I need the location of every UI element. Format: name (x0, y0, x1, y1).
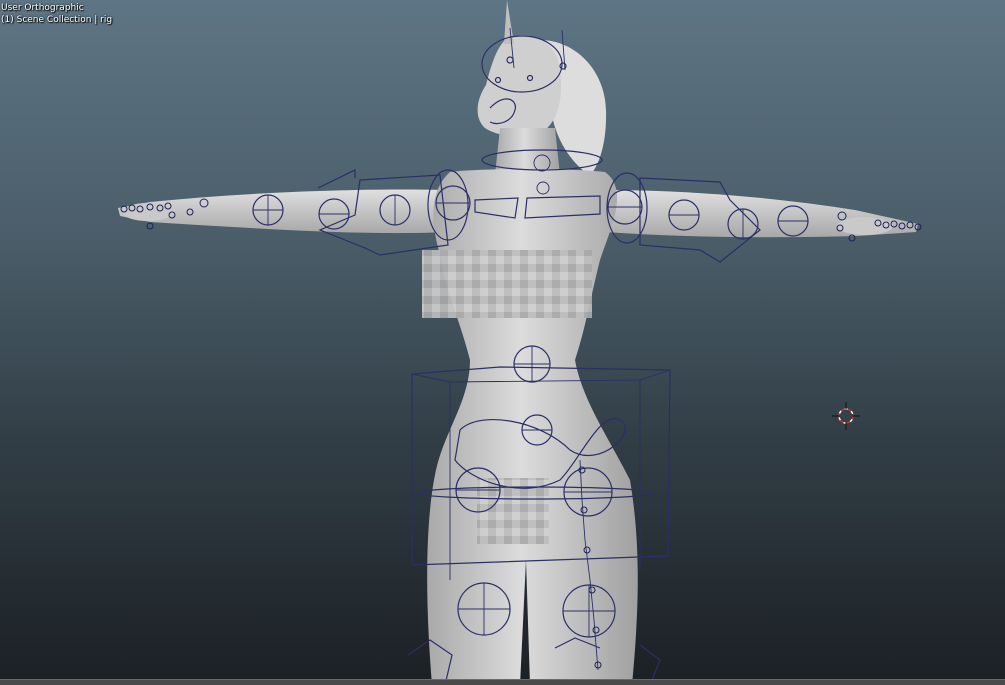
3d-cursor-icon[interactable] (832, 402, 860, 430)
scene-render[interactable] (0, 0, 1005, 685)
status-bar (0, 679, 1005, 685)
censor-block-chest (422, 250, 592, 318)
character-mesh[interactable] (118, 0, 918, 685)
3d-viewport[interactable]: User Orthographic (1) Scene Collection |… (0, 0, 1005, 685)
